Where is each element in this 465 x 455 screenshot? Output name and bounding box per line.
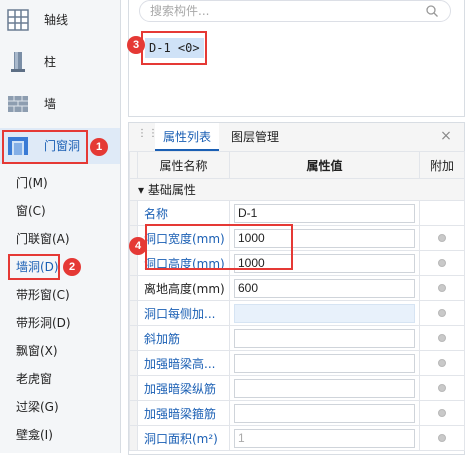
component-sidebar: 轴线 柱 墙 门窗洞 门(M) 窗(C) 门联窗(A) 墙洞(D) 带形窗(C) xyxy=(0,0,121,453)
property-value-field[interactable] xyxy=(234,328,415,348)
step-badge-2: 2 xyxy=(63,258,81,276)
sidebar-item-label: 壁龛(I) xyxy=(16,428,53,442)
sidebar-item-dormer-window[interactable]: 老虎窗 xyxy=(0,366,120,392)
property-tabbar: ⋮⋮ 属性列表 图层管理 × xyxy=(129,123,464,152)
tab-layer-management[interactable]: 图层管理 xyxy=(223,123,287,151)
property-value-field: 1 xyxy=(234,428,415,448)
attach-checkbox[interactable] xyxy=(438,334,446,342)
property-value-field[interactable]: D-1 xyxy=(234,203,415,223)
property-name: 洞口每侧加... xyxy=(137,300,230,326)
property-table: 属性名称 属性值 附加 ▾ 基础属性 名称 D-1 洞口宽度(mm) 1000 … xyxy=(129,151,465,451)
sidebar-item-label: 飘窗(X) xyxy=(16,344,58,358)
property-value-field[interactable] xyxy=(234,403,415,423)
grid-axis-icon xyxy=(7,9,29,31)
sidebar-item-bay-window[interactable]: 飘窗(X) xyxy=(0,338,120,364)
category-axis-label: 轴线 xyxy=(44,13,69,27)
property-name: 加强暗梁纵筋 xyxy=(137,375,230,401)
sidebar-item-wall-opening[interactable]: 墙洞(D) xyxy=(0,254,120,280)
attach-checkbox[interactable] xyxy=(438,359,446,367)
column-icon xyxy=(11,52,25,72)
sidebar-item-door[interactable]: 门(M) xyxy=(0,170,120,196)
property-name: 名称 xyxy=(137,200,230,226)
table-row: 洞口面积(m²) 1 xyxy=(129,425,465,451)
wall-icon xyxy=(8,96,28,112)
category-wall-label: 墙 xyxy=(44,97,57,111)
step-badge-3: 3 xyxy=(127,36,145,54)
search-input[interactable] xyxy=(139,0,451,22)
category-column-label: 柱 xyxy=(44,55,57,69)
sidebar-item-lintel[interactable]: 过梁(G) xyxy=(0,394,120,420)
attach-checkbox[interactable] xyxy=(438,309,446,317)
property-panel: ⋮⋮ 属性列表 图层管理 × 属性名称 属性值 附加 ▾ 基础属性 名称 D-1… xyxy=(128,122,465,455)
sidebar-item-door-window[interactable]: 门联窗(A) xyxy=(0,226,120,252)
property-name: 加强暗梁高... xyxy=(137,350,230,376)
sidebar-item-window[interactable]: 窗(C) xyxy=(0,198,120,224)
header-name: 属性名称 xyxy=(137,151,230,179)
table-row: 加强暗梁箍筋 xyxy=(129,400,465,426)
close-icon[interactable]: × xyxy=(438,128,454,144)
sidebar-item-label: 墙洞(D) xyxy=(16,260,59,274)
attach-checkbox[interactable] xyxy=(438,384,446,392)
property-value-field[interactable] xyxy=(234,378,415,398)
property-name: 斜加筋 xyxy=(137,325,230,351)
property-value-field[interactable]: 600 xyxy=(234,278,415,298)
collapse-toggle-icon[interactable]: ▾ xyxy=(130,183,144,197)
step-badge-4: 4 xyxy=(129,237,147,255)
table-row: 加强暗梁纵筋 xyxy=(129,375,465,401)
door-window-icon xyxy=(8,137,28,155)
property-name: 洞口面积(m²) xyxy=(137,425,230,451)
attach-checkbox[interactable] xyxy=(438,284,446,292)
attach-checkbox[interactable] xyxy=(438,409,446,417)
search-icon[interactable] xyxy=(425,4,439,18)
sidebar-item-label: 带形窗(C) xyxy=(16,288,70,302)
component-list-panel: D-1 <0> xyxy=(128,0,465,117)
table-row: 名称 D-1 xyxy=(129,200,465,226)
sidebar-item-label: 带形洞(D) xyxy=(16,316,71,330)
property-value-field[interactable]: 1000 xyxy=(234,228,415,248)
header-value: 属性值 xyxy=(229,151,420,179)
attach-checkbox[interactable] xyxy=(438,259,446,267)
property-header-row: 属性名称 属性值 附加 xyxy=(129,151,465,179)
table-row: 洞口每侧加... xyxy=(129,300,465,326)
sidebar-item-label: 过梁(G) xyxy=(16,400,59,414)
table-row: 洞口高度(mm) 1000 xyxy=(129,250,465,276)
sidebar-item-strip-opening[interactable]: 带形洞(D) xyxy=(0,310,120,336)
sidebar-item-label: 窗(C) xyxy=(16,204,46,218)
header-extra: 附加 xyxy=(419,151,465,179)
table-row: 斜加筋 xyxy=(129,325,465,351)
attach-checkbox[interactable] xyxy=(438,234,446,242)
property-value-field[interactable]: 1000 xyxy=(234,253,415,273)
group-label: 基础属性 xyxy=(147,183,196,197)
sidebar-item-strip-window[interactable]: 带形窗(C) xyxy=(0,282,120,308)
table-row: 加强暗梁高... xyxy=(129,350,465,376)
table-row: 洞口宽度(mm) 1000 xyxy=(129,225,465,251)
property-name: 离地高度(mm) xyxy=(137,275,230,301)
category-wall[interactable]: 墙 xyxy=(0,86,120,122)
table-row: 离地高度(mm) 600 xyxy=(129,275,465,301)
sidebar-item-label: 老虎窗 xyxy=(16,372,53,386)
property-name: 洞口高度(mm) xyxy=(137,250,230,276)
property-name: 洞口宽度(mm) xyxy=(137,225,230,251)
property-group-row[interactable]: ▾ 基础属性 xyxy=(129,178,465,201)
property-value-field[interactable] xyxy=(234,303,415,323)
property-value-field[interactable] xyxy=(234,353,415,373)
tab-property-list[interactable]: 属性列表 xyxy=(155,123,220,151)
category-column[interactable]: 柱 xyxy=(0,44,120,80)
property-name: 加强暗梁箍筋 xyxy=(137,400,230,426)
step-badge-1: 1 xyxy=(90,138,108,156)
component-list-item[interactable]: D-1 <0> xyxy=(145,38,204,58)
category-door-window-label: 门窗洞 xyxy=(44,139,81,153)
drag-handle-icon[interactable]: ⋮⋮ xyxy=(137,129,158,144)
sidebar-item-label: 门联窗(A) xyxy=(16,232,70,246)
sidebar-item-niche[interactable]: 壁龛(I) xyxy=(0,422,120,448)
category-axis[interactable]: 轴线 xyxy=(0,2,120,38)
header-index xyxy=(129,151,138,179)
sidebar-item-label: 门(M) xyxy=(16,176,48,190)
attach-checkbox[interactable] xyxy=(438,434,446,442)
